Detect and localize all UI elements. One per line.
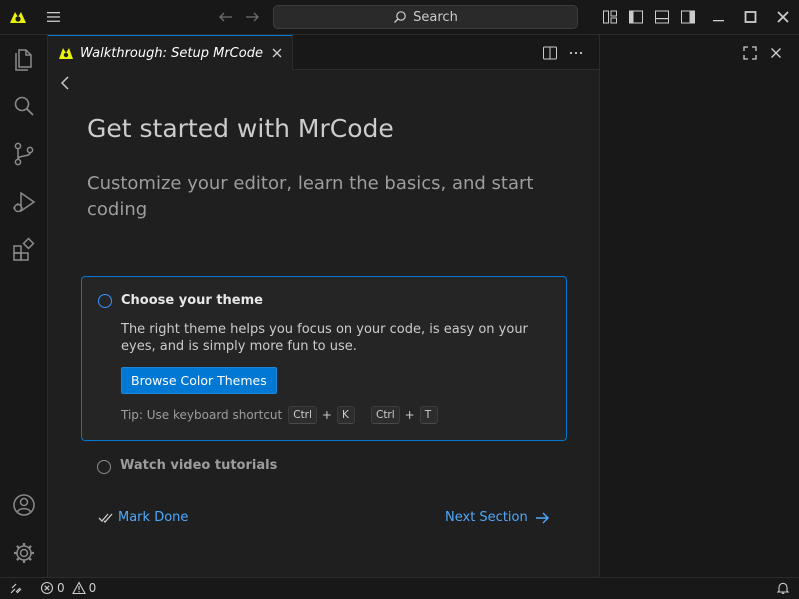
error-count: 0 — [57, 581, 65, 595]
toggle-primary-sidebar-icon[interactable] — [628, 9, 644, 25]
keybinding-key: Ctrl — [370, 406, 400, 424]
notifications-bell-icon[interactable] — [776, 581, 790, 595]
close-tab-icon[interactable] — [270, 46, 284, 60]
split-editor-icon[interactable] — [542, 45, 558, 61]
shortcut-tip: Tip: Use keyboard shortcut Ctrl + K Ctrl… — [121, 406, 438, 424]
secondary-side-panel — [599, 35, 799, 577]
problems-indicator[interactable]: 0 0 — [40, 581, 96, 595]
step-watch-video-tutorials[interactable]: Watch video tutorials — [120, 458, 277, 473]
more-actions-icon[interactable] — [568, 45, 584, 61]
explorer-icon[interactable] — [11, 45, 37, 71]
customize-layout-icon[interactable] — [602, 9, 618, 25]
status-bar: 0 0 — [0, 577, 799, 599]
mark-done-link[interactable]: Mark Done — [98, 510, 188, 525]
keybinding-plus: + — [321, 408, 332, 422]
error-icon — [40, 581, 54, 595]
keybinding-key: Ctrl — [288, 406, 317, 424]
warning-count: 0 — [88, 581, 97, 595]
title-bar: Search — [0, 0, 799, 35]
check-all-icon — [98, 511, 114, 525]
walkthrough-subtitle: Customize your editor, learn the basics,… — [87, 173, 534, 220]
extensions-icon[interactable] — [11, 237, 37, 263]
warning-icon — [71, 581, 86, 595]
tab-walkthrough[interactable]: Walkthrough: Setup MrCode — [48, 35, 293, 70]
search-icon — [393, 10, 407, 24]
accounts-icon[interactable] — [11, 492, 37, 518]
close-window-icon[interactable] — [775, 9, 791, 25]
go-forward-icon[interactable] — [244, 10, 260, 24]
step-checkbox-circle-icon[interactable] — [97, 460, 111, 474]
walkthrough-title: Get started with MrCode — [87, 114, 394, 143]
next-section-label: Next Section — [445, 510, 528, 525]
toggle-panel-icon[interactable] — [654, 9, 670, 25]
activity-bar — [0, 35, 48, 577]
remote-indicator-icon[interactable] — [9, 581, 23, 595]
step-title: Choose your theme — [121, 293, 263, 308]
tab-label: Walkthrough: Setup MrCode — [80, 45, 263, 61]
search-view-icon[interactable] — [11, 93, 37, 119]
run-and-debug-icon[interactable] — [11, 189, 37, 215]
step-choose-theme[interactable]: Choose your theme The right theme helps … — [81, 276, 567, 441]
walkthrough-logo-icon — [58, 45, 74, 61]
editor-tabs: Walkthrough: Setup MrCode — [48, 35, 599, 70]
search-label: Search — [413, 9, 458, 25]
keybinding-key: K — [336, 406, 355, 424]
close-panel-icon[interactable] — [768, 45, 784, 61]
source-control-icon[interactable] — [11, 141, 37, 167]
maximize-panel-icon[interactable] — [742, 45, 758, 61]
manage-gear-icon[interactable] — [11, 540, 37, 566]
keybinding-plus: + — [404, 408, 415, 422]
minimize-icon[interactable] — [711, 9, 727, 25]
editor-area: Walkthrough: Setup MrCode Get started wi… — [48, 35, 599, 577]
browse-color-themes-button[interactable]: Browse Color Themes — [121, 367, 277, 394]
mark-done-label: Mark Done — [118, 510, 189, 525]
maximize-icon[interactable] — [743, 9, 759, 25]
back-arrow-icon[interactable] — [58, 75, 72, 91]
arrow-right-icon — [534, 511, 550, 525]
tip-label: Tip: Use keyboard shortcut — [121, 408, 283, 422]
hamburger-menu-icon[interactable] — [46, 10, 62, 24]
go-back-icon[interactable] — [218, 10, 234, 24]
app-logo-icon — [9, 8, 27, 26]
next-section-link[interactable]: Next Section — [445, 510, 550, 525]
command-center-search[interactable]: Search — [273, 5, 578, 29]
step-description: The right theme helps you focus on your … — [121, 322, 528, 354]
keybinding-key: T — [419, 406, 438, 424]
step-checkbox-circle-icon[interactable] — [98, 294, 112, 308]
toggle-secondary-sidebar-icon[interactable] — [680, 9, 696, 25]
